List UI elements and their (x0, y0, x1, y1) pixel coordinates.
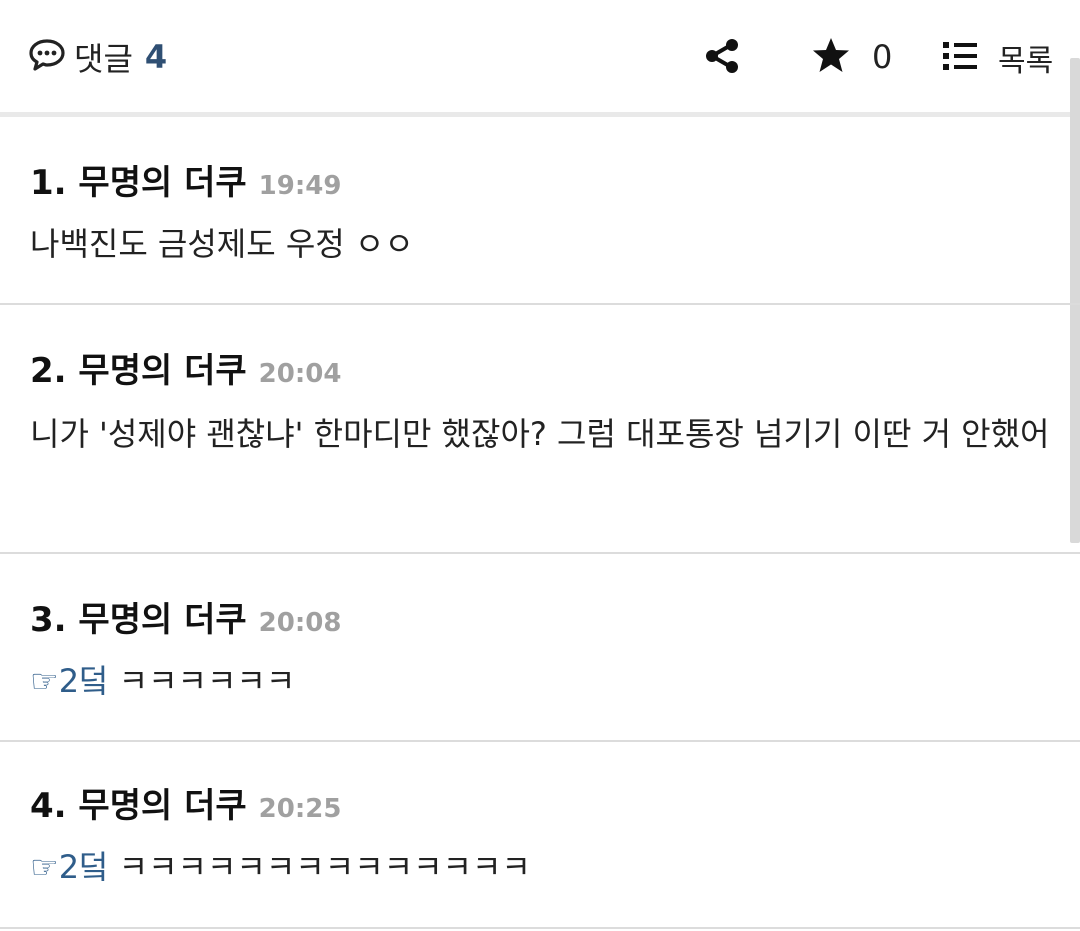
comment-text: 나백진도 금성제도 우정 ㅇㅇ (30, 213, 1050, 275)
comments-count: 4 (144, 38, 168, 76)
comment-text: 니가 '성제야 괜찮냐' 한마디만 했잖아? 그럼 대포통장 넘기기 이딴 거 … (30, 403, 1050, 465)
star-icon (812, 36, 850, 78)
reply-link[interactable]: ☞2덬 (30, 662, 109, 700)
comment-header-bar: 댓글 4 0 목록 (0, 0, 1080, 117)
comment-header: 3. 무명의 더쿠 20:08 (30, 592, 341, 641)
comment-item: 3. 무명의 더쿠 20:08 ☞2덬 ㅋㅋㅋㅋㅋㅋ (0, 554, 1080, 742)
reply-link[interactable]: ☞2덬 (30, 848, 109, 886)
comment-text-content: 나백진도 금성제도 우정 ㅇㅇ (30, 225, 414, 263)
comment-author[interactable]: 1. 무명의 더쿠 (30, 155, 247, 204)
comment-item: 4. 무명의 더쿠 20:25 ☞2덬 ㅋㅋㅋㅋㅋㅋㅋㅋㅋㅋㅋㅋㅋㅋ (0, 742, 1080, 929)
comment-text-content: 니가 '성제야 괜찮냐' 한마디만 했잖아? 그럼 대포통장 넘기기 이딴 거 … (30, 415, 1050, 453)
share-icon (706, 39, 738, 73)
comments-title: 댓글 (74, 40, 133, 78)
list-label: 목록 (998, 44, 1054, 79)
comment-item: 2. 무명의 더쿠 20:04 니가 '성제야 괜찮냐' 한마디만 했잖아? 그… (0, 305, 1080, 554)
star-button[interactable]: 0 (812, 36, 892, 78)
comment-text: ☞2덬 ㅋㅋㅋㅋㅋㅋㅋㅋㅋㅋㅋㅋㅋㅋ (30, 836, 1050, 898)
comment-text-content: ㅋㅋㅋㅋㅋㅋㅋㅋㅋㅋㅋㅋㅋㅋ (118, 848, 531, 886)
comment-time: 20:04 (258, 359, 342, 389)
comment-author[interactable]: 4. 무명의 더쿠 (30, 778, 247, 827)
list-icon (942, 40, 978, 76)
comment-header: 1. 무명의 더쿠 19:49 (30, 155, 341, 204)
speech-bubble-icon (28, 38, 66, 76)
comment-time: 20:08 (258, 608, 342, 638)
share-button[interactable] (704, 38, 740, 74)
comment-header: 4. 무명의 더쿠 20:25 (30, 778, 341, 827)
comment-author[interactable]: 3. 무명의 더쿠 (30, 592, 247, 641)
comment-time: 20:25 (258, 794, 342, 824)
comment-count-group: 댓글 4 (28, 34, 167, 80)
list-button[interactable]: 목록 (942, 36, 1053, 80)
comment-header: 2. 무명의 더쿠 20:04 (30, 343, 341, 392)
comment-text-content: ㅋㅋㅋㅋㅋㅋ (118, 662, 296, 700)
comment-item: 1. 무명의 더쿠 19:49 나백진도 금성제도 우정 ㅇㅇ (0, 117, 1080, 305)
comment-time: 19:49 (258, 171, 342, 201)
star-count: 0 (872, 38, 893, 76)
comment-text: ☞2덬 ㅋㅋㅋㅋㅋㅋ (30, 650, 1050, 712)
comment-author[interactable]: 2. 무명의 더쿠 (30, 343, 247, 392)
